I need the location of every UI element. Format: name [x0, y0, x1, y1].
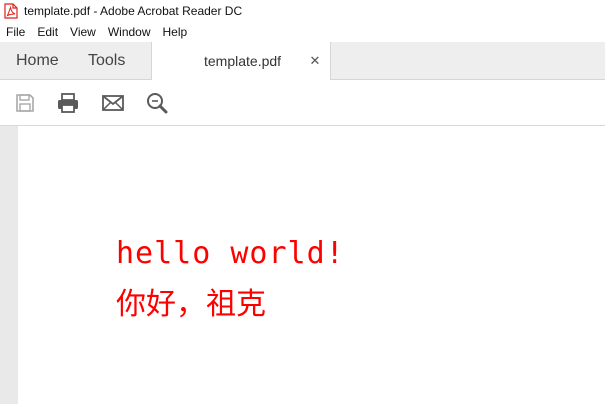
window-title: template.pdf - Adobe Acrobat Reader DC	[24, 4, 243, 18]
save-icon	[16, 94, 34, 112]
document-tab-label: template.pdf	[204, 53, 282, 69]
document-page: hello world! 你好，祖克	[18, 126, 605, 404]
save-button[interactable]	[12, 90, 38, 116]
document-text-line-2: 你好，祖克	[116, 287, 266, 322]
zoom-search-button[interactable]	[144, 90, 170, 116]
menu-help[interactable]: Help	[157, 22, 194, 42]
print-button[interactable]	[55, 90, 81, 116]
tab-home[interactable]: Home	[16, 42, 59, 80]
menu-file[interactable]: File	[0, 22, 31, 42]
email-icon	[102, 95, 124, 111]
menu-window[interactable]: Window	[102, 22, 157, 42]
title-bar: template.pdf - Adobe Acrobat Reader DC	[0, 0, 605, 22]
tab-tools[interactable]: Tools	[88, 42, 125, 80]
tab-document[interactable]: template.pdf ✕	[151, 42, 331, 80]
zoom-search-icon	[147, 93, 168, 114]
document-text-line-1: hello world!	[116, 236, 345, 271]
tab-bar: Home Tools template.pdf ✕	[0, 42, 605, 80]
email-button[interactable]	[100, 90, 126, 116]
acrobat-pdf-icon	[4, 3, 18, 19]
menu-view[interactable]: View	[64, 22, 102, 42]
close-icon[interactable]: ✕	[308, 42, 322, 80]
left-side-rail[interactable]	[0, 126, 18, 404]
menu-edit[interactable]: Edit	[31, 22, 64, 42]
menu-bar: File Edit View Window Help	[0, 22, 605, 42]
print-icon	[58, 93, 78, 113]
toolbar	[0, 80, 605, 126]
